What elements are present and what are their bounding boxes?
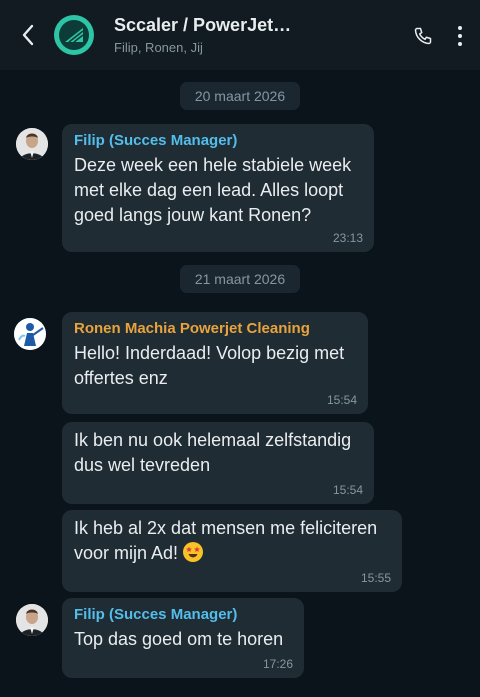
sender-name: Ronen Machia Powerjet Cleaning [74, 320, 310, 337]
message-time: 23:13 [332, 231, 363, 245]
filip-photo-icon [16, 128, 48, 160]
chat-title: Sccaler / PowerJet… [114, 15, 292, 35]
message-text: Top das goed om te horen [74, 629, 284, 649]
sccaler-logo-icon [65, 28, 84, 43]
phone-icon [414, 27, 432, 45]
message-text: Ik ben nu ook helemaal zelfstandig dus w… [74, 430, 352, 475]
avatar-filip[interactable] [16, 128, 48, 160]
avatar-filip[interactable] [16, 604, 48, 636]
message-text: Deze week een hele stabiele week met elk… [74, 155, 352, 225]
sender-name: Filip (Succes Manager) [74, 132, 238, 149]
chevron-left-icon [22, 24, 34, 46]
message-text: Hello! Inderdaad! Volop bezig met offert… [74, 343, 345, 388]
date-separator: 21 maart 2026 [180, 265, 300, 293]
powerjet-logo-icon [14, 318, 46, 350]
back-button[interactable] [14, 21, 42, 49]
chat-participants: Filip, Ronen, Jij [114, 40, 203, 55]
message-bubble[interactable]: Ik heb al 2x dat mensen me feliciteren v… [62, 510, 402, 592]
message-text: Ik heb al 2x dat mensen me feliciteren v… [74, 516, 390, 566]
message-time: 17:26 [262, 657, 293, 671]
message-bubble[interactable]: Filip (Succes Manager) Top das goed om t… [62, 598, 304, 678]
group-avatar[interactable] [54, 15, 94, 55]
avatar-ronen[interactable] [14, 318, 46, 350]
star-struck-emoji-icon [183, 542, 204, 562]
sender-name: Filip (Succes Manager) [74, 606, 238, 623]
filip-photo-icon [16, 604, 48, 636]
message-bubble[interactable]: Ronen Machia Powerjet Cleaning Hello! In… [62, 312, 368, 414]
more-options-button[interactable] [450, 21, 470, 51]
message-bubble[interactable]: Filip (Succes Manager) Deze week een hel… [62, 124, 374, 252]
message-text-content: Ik heb al 2x dat mensen me feliciteren v… [74, 518, 378, 563]
chat-title-block[interactable]: Sccaler / PowerJet… Filip, Ronen, Jij [114, 15, 374, 55]
call-button[interactable] [410, 23, 436, 49]
message-time: 15:55 [360, 571, 391, 585]
message-time: 15:54 [332, 483, 363, 497]
more-vertical-icon [458, 26, 462, 30]
date-separator: 20 maart 2026 [180, 82, 300, 110]
message-bubble[interactable]: Ik ben nu ook helemaal zelfstandig dus w… [62, 422, 374, 504]
chat-header: Sccaler / PowerJet… Filip, Ronen, Jij [0, 0, 480, 70]
message-time: 15:54 [326, 393, 357, 407]
